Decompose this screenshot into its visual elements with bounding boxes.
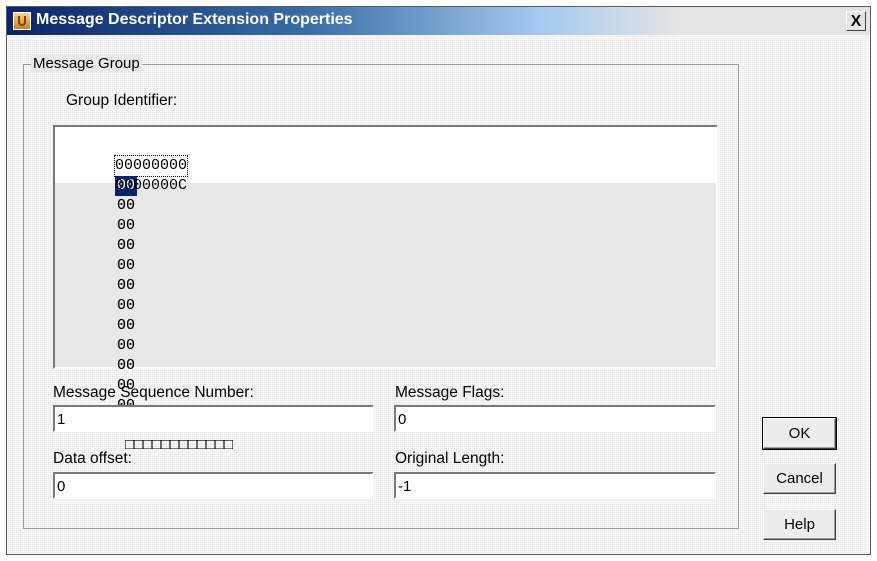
hex-row[interactable]: 0000000C 00 00 00 00 00 00 00 00 00 00 0… (61, 156, 233, 454)
cancel-button[interactable]: Cancel (763, 463, 836, 494)
group-identifier-hex-editor[interactable]: 00000000 00 00 00 00 00 00 00 00 00 00 0… (53, 125, 718, 454)
hex-byte[interactable]: 00 (115, 276, 137, 296)
help-button[interactable]: Help (763, 509, 836, 540)
hex-byte[interactable]: 00 (115, 296, 137, 316)
hex-byte[interactable]: 00 (115, 196, 137, 216)
hex-byte[interactable]: 00 (115, 236, 137, 256)
hex-offset: 0000000C (115, 177, 188, 194)
message-flags-label: Message Flags: (395, 384, 505, 401)
hex-byte[interactable]: 00 (115, 336, 137, 356)
group-identifier-label: Group Identifier: (66, 92, 178, 109)
title-bar[interactable]: Message Descriptor Extension Properties … (7, 7, 870, 35)
message-group-legend: Message Group (31, 55, 142, 72)
sequence-number-label: Message Sequence Number: (53, 384, 254, 401)
java-cup-icon (13, 12, 31, 30)
hex-byte[interactable]: 00 (115, 216, 137, 236)
hex-byte[interactable]: 00 (115, 316, 137, 336)
original-length-field[interactable]: -1 (394, 472, 716, 499)
hex-byte[interactable]: 00 (115, 256, 137, 276)
window-title: Message Descriptor Extension Properties (36, 11, 353, 28)
sequence-number-field[interactable]: 1 (53, 405, 374, 432)
hex-rows: 00000000 00 00 00 00 00 00 00 00 00 00 0… (55, 127, 716, 454)
message-flags-field[interactable]: 0 (394, 405, 716, 432)
ok-button[interactable]: OK (762, 417, 837, 450)
original-length-label: Original Length: (395, 450, 505, 467)
hex-row[interactable]: 00000000 00 00 00 00 00 00 00 00 00 00 0… (61, 136, 233, 434)
hex-byte[interactable]: 00 (115, 356, 137, 376)
hex-ascii[interactable]: □□□□□□□□□□□□ (125, 436, 233, 456)
data-offset-field[interactable]: 0 (53, 472, 374, 499)
data-offset-label: Data offset: (53, 450, 132, 467)
close-button[interactable]: X (846, 11, 866, 31)
